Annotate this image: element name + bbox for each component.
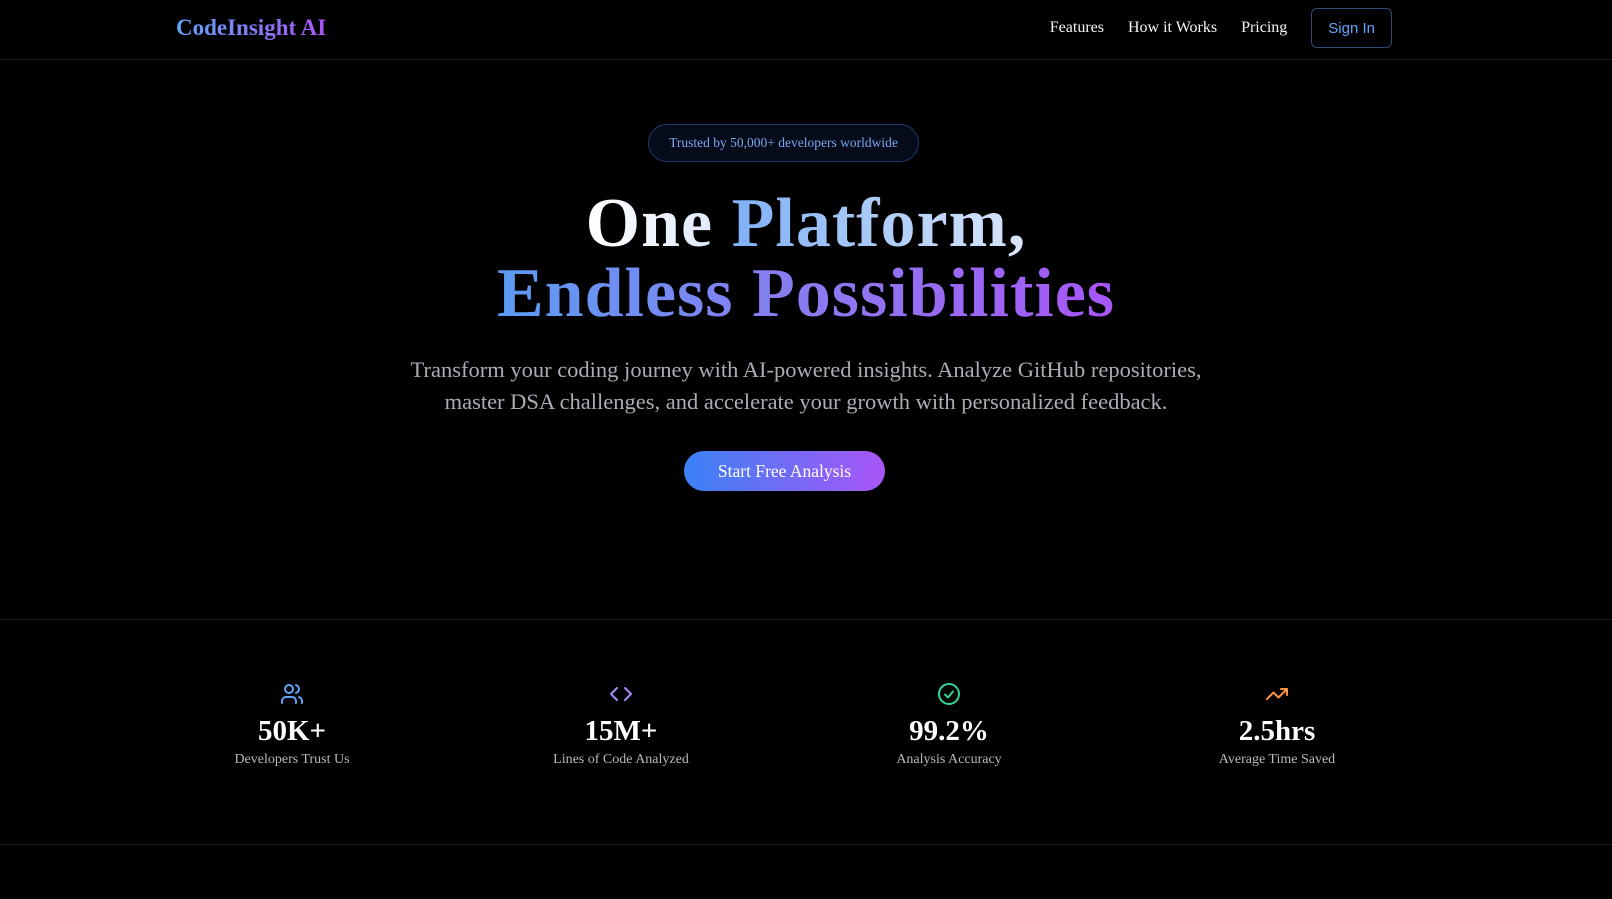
hero-subtitle-line-2: master DSA challenges, and accelerate yo… [444,389,1168,414]
hero-title-line-2: Endless Possibilities [0,258,1612,330]
stat-value: 50K+ [257,715,327,747]
start-free-analysis-button[interactable]: Start Free Analysis [684,451,885,491]
top-navbar: CodeInsight AI Features How it Works Pri… [0,0,1612,60]
section-divider-bottom [0,844,1612,845]
check-circle-icon [938,683,960,705]
section-divider-top [0,619,1612,620]
stat-lines-of-code: 15M+ Lines of Code Analyzed [501,682,741,770]
stat-label: Average Time Saved [1218,752,1336,767]
stat-label: Lines of Code Analyzed [553,752,689,767]
stat-value: 15M+ [584,715,658,747]
stat-label: Developers Trust Us [234,752,350,767]
code-icon [610,687,632,701]
hero-title-word-one: One [585,185,732,262]
users-icon [281,684,303,704]
hero-title-line-1: One Platform, [0,188,1612,260]
stat-value: 99.2% [909,715,989,747]
stat-developers: 50K+ Developers Trust Us [172,682,412,770]
stat-value: 2.5hrs [1238,715,1316,747]
stat-accuracy: 99.2% Analysis Accuracy [829,682,1069,770]
trending-up-icon [1266,688,1288,700]
stat-time-saved: 2.5hrs Average Time Saved [1157,682,1397,770]
nav-link-pricing[interactable]: Pricing [1241,8,1287,48]
sign-in-button[interactable]: Sign In [1311,8,1392,48]
nav-menu: Features How it Works Pricing Sign In [1050,8,1392,48]
hero-subtitle-line-1: Transform your coding journey with AI-po… [410,357,1202,382]
nav-link-how-it-works[interactable]: How it Works [1128,8,1217,48]
hero-title-word-platform: Platform, [731,185,1027,262]
hero-subtitle: Transform your coding journey with AI-po… [306,354,1306,418]
trust-badge: Trusted by 50,000+ developers worldwide [648,124,919,162]
logo[interactable]: CodeInsight AI [176,12,326,44]
hero-title-highlight: Endless Possibilities [496,255,1116,332]
landing-page: CodeInsight AI Features How it Works Pri… [0,0,1612,899]
nav-link-features[interactable]: Features [1050,8,1104,48]
stat-label: Analysis Accuracy [896,752,1002,767]
